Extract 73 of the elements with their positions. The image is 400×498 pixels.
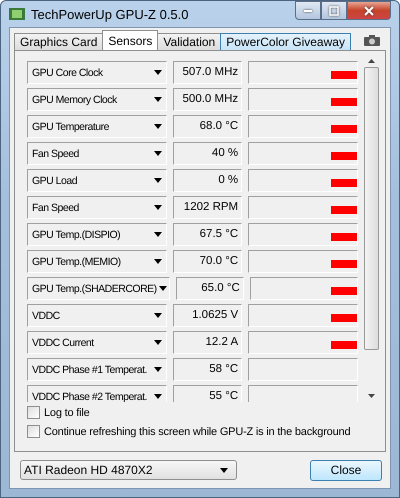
caret-icon — [158, 286, 167, 291]
caret-icon — [154, 259, 162, 264]
graph-fill — [331, 314, 357, 322]
graph-fill — [331, 98, 357, 106]
maximize-icon — [329, 6, 339, 16]
sensor-dropdown[interactable]: VDDC Current — [27, 331, 168, 354]
graph-fill — [331, 71, 357, 79]
sensor-value: 1202 RPM — [173, 196, 242, 219]
sensor-value: 55 °C — [173, 385, 242, 402]
graph-fill — [331, 287, 357, 295]
sensor-value: 40 % — [173, 142, 242, 165]
caret-icon — [154, 124, 162, 129]
caret-icon — [154, 151, 162, 156]
sensor-value: 58 °C — [173, 358, 242, 381]
tab[interactable]: Validation — [157, 33, 222, 50]
scroll-up-icon[interactable] — [368, 59, 374, 63]
minimize-icon — [304, 10, 312, 12]
caret-icon — [220, 468, 228, 472]
sensor-value: 12.2 A — [173, 331, 242, 354]
sensor-dropdown[interactable]: GPU Memory Clock — [27, 88, 168, 111]
scroll-thumb[interactable] — [364, 67, 378, 350]
maximize-button[interactable] — [321, 1, 347, 20]
sensor-dropdown[interactable]: GPU Temp.(SHADERCORE) — [27, 277, 170, 300]
caret-icon — [154, 178, 162, 183]
sensor-value: 1.0625 V — [173, 304, 242, 327]
caret-icon — [154, 394, 162, 399]
close-button[interactable] — [347, 1, 391, 20]
sensor-dropdown[interactable]: GPU Temperature — [27, 115, 168, 138]
graphics-card-icon — [9, 8, 25, 20]
close-icon — [364, 6, 374, 16]
sensor-dropdown[interactable]: GPU Core Clock — [27, 61, 168, 84]
checkbox[interactable] — [27, 406, 40, 419]
sensor-dropdown[interactable]: GPU Temp.(DISPIO) — [27, 223, 168, 246]
sensor-value: 70.0 °C — [173, 250, 242, 273]
graph-fill — [331, 179, 357, 187]
graph-fill — [331, 233, 357, 241]
tab[interactable]: Graphics Card — [14, 33, 104, 50]
tab[interactable]: Sensors — [102, 30, 158, 50]
caret-icon — [154, 232, 162, 237]
camera-icon[interactable] — [364, 35, 380, 46]
sensor-dropdown[interactable]: Fan Speed — [27, 142, 168, 165]
sensor-dropdown[interactable]: VDDC Phase #1 Temperat. — [27, 358, 168, 381]
close-dialog-button[interactable]: Close — [310, 460, 382, 480]
sensor-value: 507.0 MHz — [173, 61, 242, 84]
checkbox-label: Continue refreshing this screen while GPU-Z is in the background — [44, 426, 350, 438]
caret-icon — [154, 205, 162, 210]
sensor-value: 65.0 °C — [176, 277, 244, 300]
checkbox[interactable] — [27, 425, 40, 438]
checkbox-label: Log to file — [44, 406, 90, 418]
graph-fill — [331, 260, 357, 268]
graph-fill — [331, 206, 357, 214]
caret-icon — [154, 313, 162, 318]
graph-fill — [331, 152, 357, 160]
scroll-down-icon[interactable] — [368, 394, 374, 398]
caret-icon — [154, 70, 162, 75]
tab[interactable]: PowerColor Giveaway — [220, 33, 351, 50]
sensor-value: 0 % — [173, 169, 242, 192]
sensor-value: 67.5 °C — [173, 223, 242, 246]
caret-icon — [154, 340, 162, 345]
sensor-dropdown[interactable]: VDDC — [27, 304, 168, 327]
minimize-button[interactable] — [295, 1, 321, 20]
graph-fill — [331, 125, 357, 133]
sensor-value: 68.0 °C — [173, 115, 242, 138]
caret-icon — [154, 97, 162, 102]
graph-fill — [331, 341, 357, 349]
sensor-dropdown[interactable]: Fan Speed — [27, 196, 168, 219]
sensor-value: 500.0 MHz — [173, 88, 242, 111]
gpu-dropdown[interactable]: ATI Radeon HD 4870X2 — [20, 460, 237, 480]
sensor-dropdown[interactable]: VDDC Phase #2 Temperat. — [27, 385, 168, 402]
sensor-dropdown[interactable]: GPU Load — [27, 169, 168, 192]
sensor-dropdown[interactable]: GPU Temp.(MEMIO) — [27, 250, 168, 273]
window-title: TechPowerUp GPU-Z 0.5.0 — [31, 6, 190, 22]
caret-icon — [154, 367, 162, 372]
